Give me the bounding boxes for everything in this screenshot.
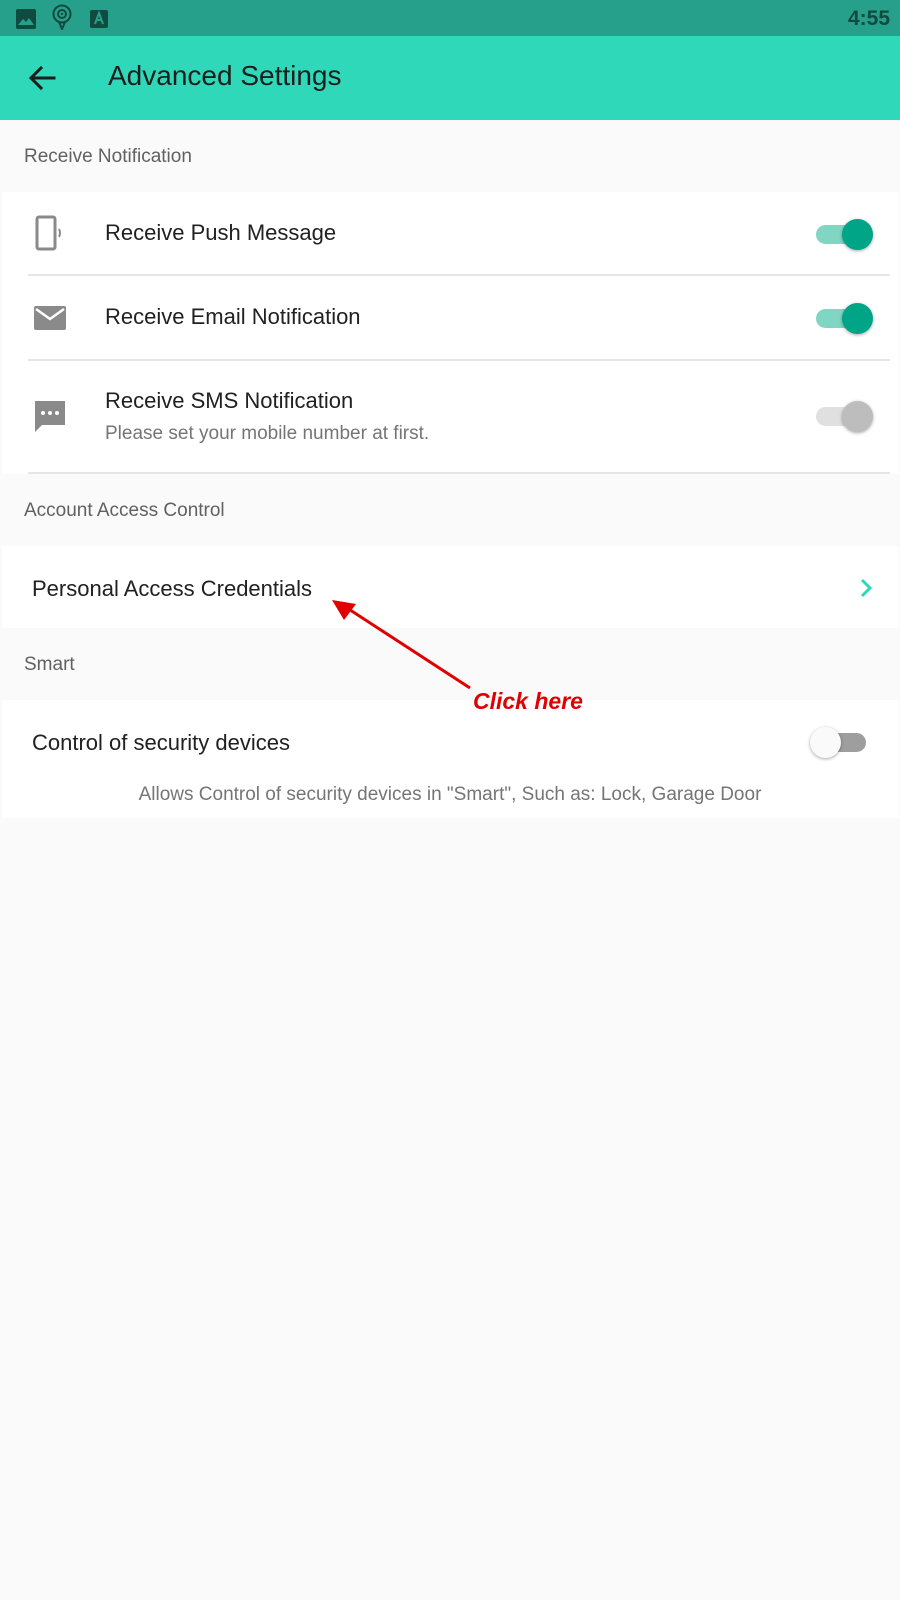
divider [28, 359, 890, 361]
annotation-arrow [332, 600, 471, 690]
location-pin-icon [51, 4, 73, 30]
phone-vibrate-icon [30, 214, 70, 254]
sms-icon [30, 396, 70, 436]
toggle-thumb [842, 219, 873, 250]
receive-push-label: Receive Push Message [105, 220, 337, 245]
arrow-left-icon[interactable] [26, 62, 58, 94]
font-a-icon [88, 8, 110, 30]
receive-email-label: Receive Email Notification [105, 304, 361, 329]
control-security-devices-label: Control of security devices [32, 730, 290, 755]
personal-access-credentials-label: Personal Access Credentials [32, 576, 313, 601]
toggle-thumb [842, 303, 873, 334]
receive-sms-toggle[interactable] [814, 398, 874, 434]
app-bar: Advanced Settings [0, 36, 900, 120]
receive-sms-sublabel: Please set your mobile number at first. [105, 423, 430, 444]
status-bar: 4:55 [0, 0, 900, 36]
section-header-smart: Smart [24, 654, 75, 675]
mail-icon [30, 298, 70, 338]
status-time: 4:55 [847, 7, 890, 30]
divider [28, 274, 890, 276]
section-header-account-access: Account Access Control [24, 500, 225, 521]
control-security-devices-description: Allows Control of security devices in "S… [138, 784, 762, 805]
smart-card: Control of security devices Allows Contr… [2, 700, 898, 818]
toggle-thumb [842, 401, 873, 432]
receive-email-toggle[interactable] [814, 300, 874, 336]
annotation-text: Click here [473, 688, 583, 714]
chevron-right-icon [854, 576, 878, 600]
control-security-devices-toggle[interactable] [810, 724, 870, 760]
divider [28, 472, 890, 474]
toggle-thumb [810, 727, 841, 758]
page-title: Advanced Settings [108, 60, 342, 91]
receive-sms-label: Receive SMS Notification [105, 388, 354, 413]
receive-notification-card: Receive Push Message Receive Email Notif… [2, 192, 898, 474]
section-header-receive-notification: Receive Notification [24, 146, 192, 167]
image-icon [15, 8, 37, 30]
receive-push-toggle[interactable] [814, 216, 874, 252]
